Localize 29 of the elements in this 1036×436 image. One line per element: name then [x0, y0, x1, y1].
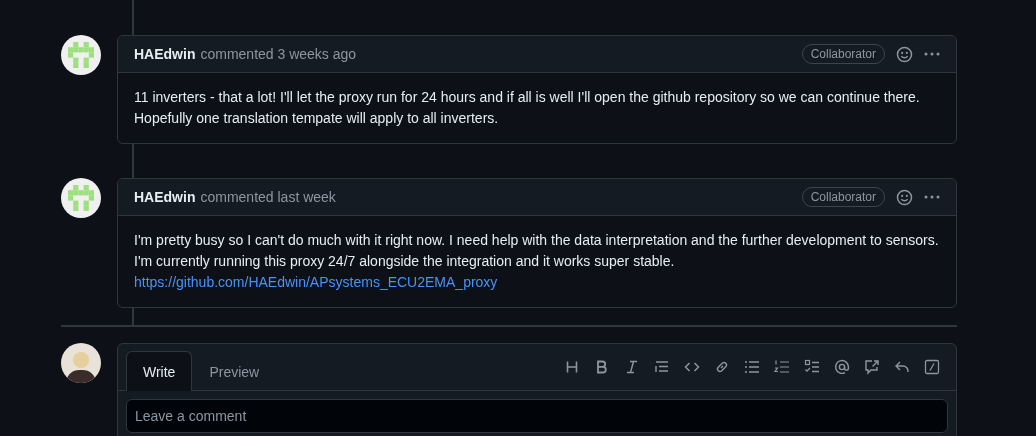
repository-link[interactable]: https://github.com/HAEdwin/APsystems_ECU2EMA_proxy — [134, 272, 498, 293]
identicon-avatar[interactable] — [61, 35, 101, 75]
comment-field[interactable]: Leave a comment — [126, 399, 948, 433]
author-link[interactable]: HAEdwin — [134, 46, 196, 62]
comment-time[interactable]: commented 3 weeks ago — [200, 46, 357, 62]
more-icon[interactable] — [924, 195, 940, 199]
identicon-avatar[interactable] — [61, 178, 101, 218]
heading-icon[interactable] — [564, 359, 580, 375]
user-avatar[interactable] — [61, 343, 101, 383]
mention-icon[interactable] — [834, 359, 850, 375]
comment-text: 11 inverters - that a lot! I'll let the proxy run for 24 hours and if all is well I'll open the github repository so we can continue there. Hopefully one translation tempate will apply to all inverters. — [134, 88, 921, 128]
reply-icon[interactable] — [894, 359, 910, 375]
comment-text: I'm pretty busy so I can't do much with it right now. I need help with the data interpretation and the further development to sensors. I'm currently running this proxy 24/7 alongside the integration and it works super stable. — [134, 231, 940, 271]
bold-icon[interactable] — [594, 359, 610, 375]
comment-time[interactable]: commented last week — [200, 189, 336, 205]
more-icon[interactable] — [924, 52, 940, 56]
editor-tab[interactable]: Preview — [192, 351, 277, 391]
italic-icon[interactable] — [624, 359, 640, 375]
editor-tab[interactable]: Write — [126, 351, 193, 391]
bulleted-list-icon[interactable] — [744, 359, 760, 375]
reference-icon[interactable] — [864, 359, 880, 375]
task-list-icon[interactable] — [804, 359, 820, 375]
slash-command-icon[interactable] — [924, 359, 940, 375]
author-link[interactable]: HAEdwin — [134, 189, 196, 205]
link-icon[interactable] — [714, 359, 730, 375]
smiley-icon[interactable] — [896, 188, 913, 206]
numbered-list-icon[interactable] — [774, 359, 790, 375]
smiley-icon[interactable] — [896, 45, 913, 63]
quote-icon[interactable] — [654, 359, 670, 375]
